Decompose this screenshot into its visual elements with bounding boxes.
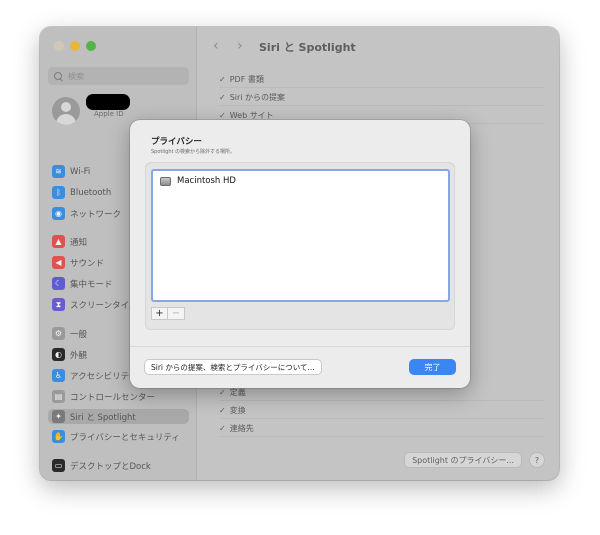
sidebar-item-label: スクリーンタイム	[70, 300, 138, 311]
search-field[interactable]	[48, 67, 189, 85]
forward-icon[interactable]: ›	[237, 38, 243, 54]
traffic-lights	[54, 41, 96, 51]
wifi-icon: ≋	[52, 165, 65, 178]
sheet-subtitle: Spotlight の検索から除外する場所。	[151, 149, 236, 155]
sidebar-item-hand[interactable]: ✋ プライバシーとセキュリティ	[52, 429, 194, 444]
result-category-label: 連絡先	[229, 423, 254, 433]
excluded-locations-list[interactable]: Macintosh HD	[151, 169, 450, 302]
sidebar-item-label: アクセシビリティ	[70, 371, 138, 382]
sidebar-item-label: 集中モード	[70, 279, 113, 290]
hourglass-icon: ⧗	[52, 298, 65, 311]
result-category-label: 変換	[229, 405, 246, 415]
sidebar-item-label: コントロールセンター	[70, 392, 156, 403]
sidebar-item-label: 通知	[70, 237, 88, 248]
about-privacy-button[interactable]: Siri からの提案、検索とプライバシーについて...	[144, 359, 322, 375]
done-button[interactable]: 完了	[409, 359, 456, 375]
checkmark-icon: ✓	[219, 387, 226, 397]
back-icon[interactable]: ‹	[213, 38, 219, 54]
apple-id-label: Apple ID	[94, 110, 124, 118]
sidebar-item-dock[interactable]: ▭ デスクトップとDock	[52, 458, 194, 473]
list-item[interactable]: Macintosh HD	[160, 176, 236, 186]
search-input[interactable]	[68, 71, 178, 81]
hand-icon: ✋	[52, 430, 65, 443]
result-category-contacts[interactable]: ✓ 連絡先	[219, 420, 545, 437]
add-button[interactable]: +	[151, 307, 168, 320]
globe-icon: ◉	[52, 207, 65, 220]
sidebar-item-label: Siri と Spotlight	[70, 412, 136, 423]
sidebar-item-label: 一般	[70, 329, 88, 340]
checkmark-icon: ✓	[219, 423, 226, 433]
result-category-label: 定義	[229, 387, 246, 397]
result-category-label: Web サイト	[229, 110, 274, 120]
sidebar-item-label: ネットワーク	[70, 209, 122, 220]
excluded-locations-panel: Macintosh HD + −	[145, 162, 455, 330]
dock-icon: ▭	[52, 459, 65, 472]
sidebar-item-label: 外観	[70, 350, 88, 361]
sidebar-item-label: プライバシーとセキュリティ	[70, 432, 180, 443]
spotlight-privacy-button[interactable]: Spotlight のプライバシー...	[404, 452, 522, 468]
divider	[130, 346, 470, 347]
add-remove-control: + −	[151, 307, 185, 320]
list-item-label: Macintosh HD	[177, 176, 236, 186]
privacy-sheet: プライバシー Spotlight の検索から除外する場所。 Macintosh …	[130, 120, 470, 388]
gear-icon: ⚙	[52, 327, 65, 340]
result-category-siri-suggestions[interactable]: ✓ Siri からの提案	[219, 89, 545, 106]
checkmark-icon: ✓	[219, 405, 226, 415]
page-title: Siri と Spotlight	[259, 41, 356, 54]
sidebar-item-label: サウンド	[70, 258, 105, 269]
result-category-label: PDF 書類	[229, 74, 264, 84]
result-category-pdf[interactable]: ✓ PDF 書類	[219, 71, 545, 88]
sidebar-item-label: Bluetooth	[70, 187, 112, 198]
checkmark-icon: ✓	[219, 110, 226, 120]
help-button[interactable]: ?	[529, 452, 545, 468]
sidebar-item-label: デスクトップとDock	[70, 461, 151, 472]
minimize-button[interactable]	[70, 41, 80, 51]
moon-icon: ☾	[52, 277, 65, 290]
close-button[interactable]	[54, 41, 64, 51]
speaker-icon: ◀	[52, 256, 65, 269]
sidebar-item-siri[interactable]: ✦ Siri と Spotlight	[48, 409, 189, 424]
result-category-conversions[interactable]: ✓ 変換	[219, 402, 545, 419]
bell-icon: ▲	[52, 235, 65, 248]
accessibility-icon: ♿	[52, 369, 65, 382]
sheet-title: プライバシー	[151, 137, 202, 147]
appearance-icon: ◐	[52, 348, 65, 361]
remove-button[interactable]: −	[168, 307, 185, 320]
siri-icon: ✦	[52, 410, 65, 423]
control-center-icon: ▤	[52, 390, 65, 403]
sidebar-item-display[interactable]: ☀ディスプレイ	[52, 479, 194, 480]
result-category-label: Siri からの提案	[229, 92, 286, 102]
search-icon	[54, 71, 63, 81]
bluetooth-icon: ᛒ	[52, 186, 65, 199]
checkmark-icon: ✓	[219, 92, 226, 102]
hard-disk-icon	[160, 176, 171, 186]
avatar	[52, 97, 80, 125]
zoom-button[interactable]	[86, 41, 96, 51]
redacted-name	[86, 94, 130, 110]
sidebar-item-label: Wi-Fi	[70, 166, 91, 177]
sidebar-item-control-center[interactable]: ▤ コントロールセンター	[52, 389, 194, 404]
checkmark-icon: ✓	[219, 74, 226, 84]
